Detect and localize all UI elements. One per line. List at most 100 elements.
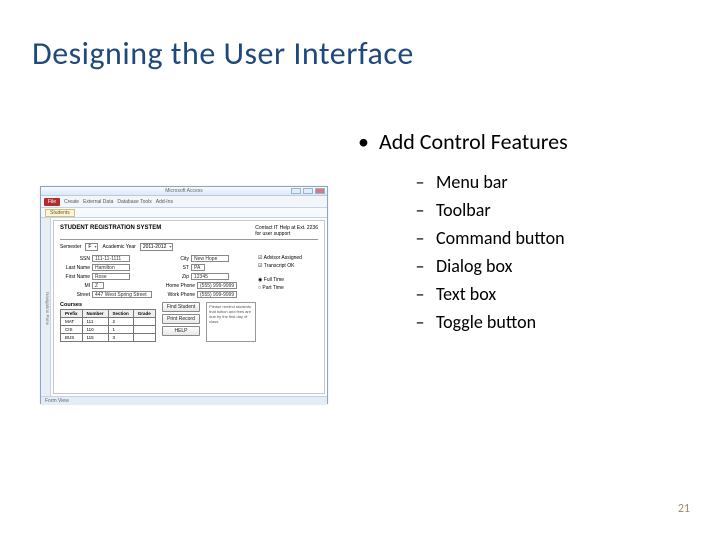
table-row[interactable]: MAT 111 2 bbox=[61, 318, 156, 326]
mi-field[interactable]: Z bbox=[92, 282, 104, 289]
left-field-column: SSN111-11-1111 Last NameHamilton First N… bbox=[60, 255, 153, 298]
cell: 2 bbox=[108, 318, 133, 326]
window-titlebar: Microsoft Access bbox=[41, 187, 327, 196]
list-item-label: Toggle button bbox=[436, 311, 536, 333]
ribbon-tab[interactable]: External Data bbox=[83, 199, 113, 205]
nav-pane[interactable]: Navigation Pane bbox=[41, 218, 51, 396]
document-tabs: Students bbox=[41, 208, 327, 218]
firstname-field[interactable]: Rose bbox=[92, 273, 130, 280]
street-field[interactable]: 447 West Spring Street bbox=[92, 291, 152, 298]
dash-icon: – bbox=[410, 168, 430, 196]
state-field[interactable]: PA bbox=[191, 264, 205, 271]
access-screenshot: Microsoft Access File Create External Da… bbox=[40, 186, 328, 404]
print-record-button[interactable]: Print Record bbox=[162, 314, 200, 324]
field-label: Last Name bbox=[60, 265, 90, 271]
cell: CIS bbox=[61, 326, 83, 334]
cell: 3 bbox=[108, 334, 133, 342]
field-label: Zip bbox=[159, 274, 189, 280]
semester-label: Semester bbox=[60, 244, 81, 250]
col-header: Prefix bbox=[61, 310, 83, 318]
help-button[interactable]: HELP bbox=[162, 326, 200, 336]
dash-icon: – bbox=[410, 252, 430, 280]
dash-icon: – bbox=[410, 224, 430, 252]
list-item-label: Menu bar bbox=[436, 171, 508, 193]
col-header: Grade bbox=[133, 310, 155, 318]
col-header: Number bbox=[82, 310, 108, 318]
cell bbox=[133, 318, 155, 326]
advisor-checkbox[interactable]: Advisor Assigned bbox=[258, 255, 318, 261]
list-item-label: Toolbar bbox=[436, 199, 491, 221]
year-combo[interactable]: 2011-2012 bbox=[140, 243, 174, 251]
city-field[interactable]: New Hope bbox=[191, 255, 229, 262]
doc-tab-students[interactable]: Students bbox=[45, 209, 75, 217]
field-label: Street bbox=[60, 292, 90, 298]
list-item: –Toggle button bbox=[410, 308, 565, 336]
right-field-column: CityNew Hope STPA Zip12345 Home Phone(55… bbox=[159, 255, 252, 298]
workphone-field[interactable]: (555) 999-9999 bbox=[197, 291, 237, 298]
file-tab[interactable]: File bbox=[44, 198, 60, 206]
list-item: –Menu bar bbox=[410, 168, 565, 196]
cell: 1 bbox=[108, 326, 133, 334]
semester-combo[interactable]: F bbox=[85, 243, 98, 251]
bullet-main-text: Add Control Features bbox=[379, 128, 568, 155]
list-item: –Text box bbox=[410, 280, 565, 308]
zip-field[interactable]: 12345 bbox=[191, 273, 229, 280]
table-row[interactable]: CIS 110 1 bbox=[61, 326, 156, 334]
list-item: –Toolbar bbox=[410, 196, 565, 224]
maximize-icon[interactable] bbox=[303, 188, 313, 194]
status-bar: Form View bbox=[41, 396, 327, 405]
list-item-label: Text box bbox=[436, 283, 496, 305]
cell: 111 bbox=[82, 318, 108, 326]
help-text-line: for user support bbox=[255, 231, 318, 237]
form-title: STUDENT REGISTRATION SYSTEM bbox=[60, 225, 161, 237]
cell: MAT bbox=[61, 318, 83, 326]
help-text: Contact IT Help at Ext. 2236 for user su… bbox=[255, 225, 318, 237]
close-icon[interactable] bbox=[315, 188, 325, 194]
ribbon-tab[interactable]: Create bbox=[64, 199, 79, 205]
minimize-icon[interactable] bbox=[291, 188, 301, 194]
homephone-field[interactable]: (555) 999-9999 bbox=[197, 282, 237, 289]
list-item-label: Command button bbox=[436, 227, 565, 249]
ribbon-tab[interactable]: Add-Ins bbox=[156, 199, 173, 205]
list-item: –Command button bbox=[410, 224, 565, 252]
page-number: 21 bbox=[678, 502, 690, 516]
field-label: SSN bbox=[60, 256, 90, 262]
col-header: Section bbox=[108, 310, 133, 318]
cell: 110 bbox=[82, 326, 108, 334]
bullet-main: • Add Control Features bbox=[358, 128, 568, 155]
reminder-note: Please remind students that tuition and … bbox=[206, 302, 256, 342]
sub-bullet-list: –Menu bar –Toolbar –Command button –Dial… bbox=[410, 168, 565, 336]
field-label: First Name bbox=[60, 274, 90, 280]
field-label: Home Phone bbox=[159, 283, 195, 289]
ribbon-bar: File Create External Data Database Tools… bbox=[41, 196, 327, 208]
courses-label: Courses bbox=[60, 302, 156, 308]
registration-form: STUDENT REGISTRATION SYSTEM Contact IT H… bbox=[53, 220, 325, 394]
dash-icon: – bbox=[410, 196, 430, 224]
app-title: Microsoft Access bbox=[165, 188, 203, 194]
field-label: City bbox=[159, 256, 189, 262]
lastname-field[interactable]: Hamilton bbox=[92, 264, 130, 271]
field-label: MI bbox=[60, 283, 90, 289]
transcript-checkbox[interactable]: Transcript OK bbox=[258, 263, 318, 269]
bullet-dot-icon: • bbox=[358, 128, 369, 155]
button-stack: Find Student Print Record HELP bbox=[162, 302, 200, 342]
ribbon-tab[interactable]: Database Tools bbox=[117, 199, 151, 205]
side-controls: Advisor Assigned Transcript OK Full Time… bbox=[258, 255, 318, 298]
window-controls bbox=[291, 188, 325, 194]
fulltime-radio[interactable]: Full Time bbox=[258, 277, 318, 283]
slide-title: Designing the User Interface bbox=[32, 34, 414, 73]
table-row[interactable]: BUS 115 3 bbox=[61, 334, 156, 342]
find-student-button[interactable]: Find Student bbox=[162, 302, 200, 312]
courses-area: Courses Prefix Number Section Grade MAT … bbox=[60, 302, 156, 342]
ssn-field[interactable]: 111-11-1111 bbox=[92, 255, 130, 262]
dash-icon: – bbox=[410, 280, 430, 308]
parttime-radio[interactable]: Part Time bbox=[258, 285, 318, 291]
list-item: –Dialog box bbox=[410, 252, 565, 280]
cell: 115 bbox=[82, 334, 108, 342]
cell bbox=[133, 334, 155, 342]
year-label: Academic Year bbox=[102, 244, 135, 250]
cell bbox=[133, 326, 155, 334]
courses-table: Prefix Number Section Grade MAT 111 2 bbox=[60, 309, 156, 342]
list-item-label: Dialog box bbox=[436, 255, 512, 277]
cell: BUS bbox=[61, 334, 83, 342]
